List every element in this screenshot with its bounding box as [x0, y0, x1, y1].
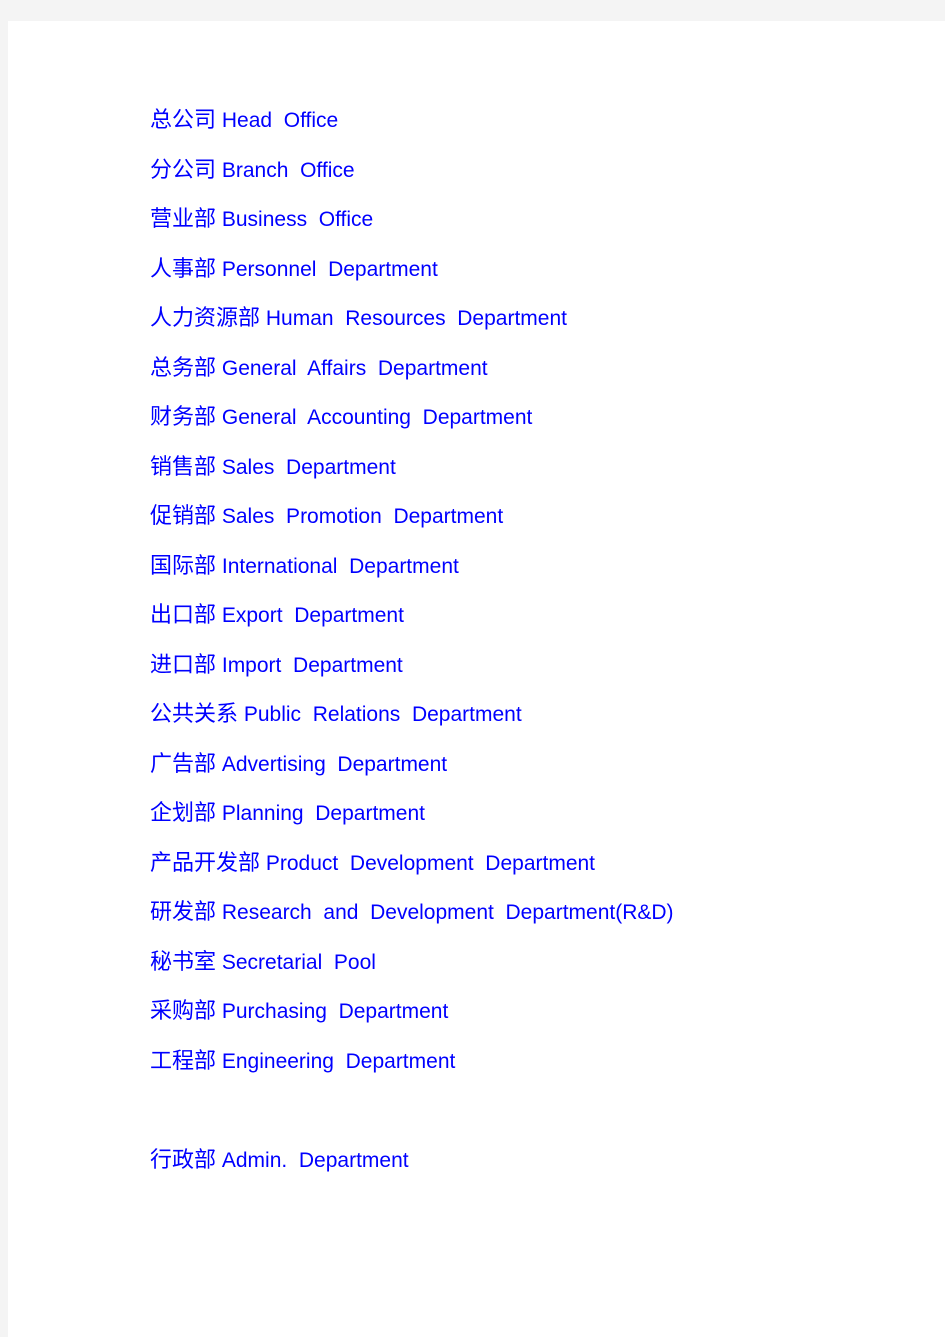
department-name-english: Sales Department	[221, 455, 396, 479]
department-name-chinese: 营业部	[150, 207, 217, 232]
department-name-english: Human Resources Department	[265, 307, 567, 330]
department-name-english: Secretarial Pool	[221, 950, 376, 974]
department-name-english: Export Department	[221, 604, 404, 627]
department-name-chinese: 行政部	[150, 1147, 217, 1173]
department-name-chinese: 销售部	[150, 454, 217, 480]
department-line: 销售部 Sales Department	[150, 443, 910, 493]
department-line: 公共关系 Public Relations Department	[150, 690, 910, 740]
department-name-chinese: 人事部	[150, 256, 217, 282]
department-name-chinese: 秘书室	[150, 949, 217, 975]
department-name-english: Sales Promotion Department	[221, 505, 504, 528]
department-name-english: Import Department	[221, 653, 403, 677]
department-name-english: Head Office	[221, 109, 339, 132]
department-line: 工程部 Engineering Department	[150, 1037, 910, 1087]
department-name-english: Product Development Department	[265, 851, 596, 875]
department-name-english: International Department	[221, 554, 459, 578]
department-name-chinese: 进口部	[150, 652, 217, 678]
department-line: 采购部 Purchasing Department	[150, 987, 910, 1037]
department-name-english: General Affairs Department	[221, 356, 488, 380]
department-name-chinese: 国际部	[150, 553, 217, 579]
department-line: 总务部 General Affairs Department	[150, 344, 910, 394]
department-line: 国际部 International Department	[150, 542, 910, 592]
department-name-english: Research and Development Department(R&D)	[221, 901, 674, 924]
department-line: 总公司 Head Office	[150, 96, 910, 146]
department-name-chinese: 研发部	[150, 900, 217, 925]
department-name-english: Business Office	[221, 208, 374, 231]
department-line: 财务部 General Accounting Department	[150, 393, 910, 443]
department-line: 促销部 Sales Promotion Department	[150, 492, 910, 542]
department-name-english: Planning Department	[221, 802, 425, 825]
department-name-english: General Accounting Department	[221, 406, 533, 429]
department-line: 产品开发部 Product Development Department	[150, 839, 910, 889]
document-page: 总公司 Head Office 分公司 Branch Office 营业部 Busi…	[8, 21, 945, 1337]
department-name-english: Public Relations Department	[243, 703, 522, 726]
document-text-body: 总公司 Head Office 分公司 Branch Office 营业部 Busi…	[150, 96, 910, 1185]
department-name-english: Purchasing Department	[221, 1000, 449, 1023]
department-name-chinese: 促销部	[150, 504, 217, 529]
department-line: 分公司 Branch Office	[150, 146, 910, 196]
department-name-chinese: 企划部	[150, 801, 217, 826]
department-name-chinese: 人力资源部	[150, 306, 261, 331]
department-name-chinese: 总公司	[150, 108, 217, 133]
department-name-chinese: 分公司	[150, 157, 217, 183]
department-name-chinese: 工程部	[150, 1048, 217, 1074]
department-line: 企划部 Planning Department	[150, 789, 910, 839]
department-line: 广告部 Advertising Department	[150, 740, 910, 790]
department-line: 行政部 Admin. Department	[150, 1136, 910, 1186]
department-line: 秘书室 Secretarial Pool	[150, 938, 910, 988]
department-line: 进口部 Import Department	[150, 641, 910, 691]
department-name-chinese: 出口部	[150, 603, 217, 628]
department-line: 人事部 Personnel Department	[150, 245, 910, 295]
department-name-chinese: 采购部	[150, 999, 217, 1024]
department-name-chinese: 公共关系	[150, 702, 239, 727]
department-name-chinese: 产品开发部	[150, 850, 261, 876]
department-name-english: Engineering Department	[221, 1049, 456, 1073]
department-name-chinese: 财务部	[150, 405, 217, 430]
department-name-chinese: 广告部	[150, 751, 217, 777]
department-line: 研发部 Research and Development Department(…	[150, 888, 910, 938]
department-name-chinese: 总务部	[150, 355, 217, 381]
department-line: 人力资源部 Human Resources Department	[150, 294, 910, 344]
department-name-english: Personnel Department	[221, 257, 438, 281]
department-line: 营业部 Business Office	[150, 195, 910, 245]
department-name-english: Branch Office	[221, 158, 355, 182]
department-line: 出口部 Export Department	[150, 591, 910, 641]
department-name-english: Admin. Department	[221, 1148, 409, 1172]
department-name-english: Advertising Department	[221, 752, 448, 776]
